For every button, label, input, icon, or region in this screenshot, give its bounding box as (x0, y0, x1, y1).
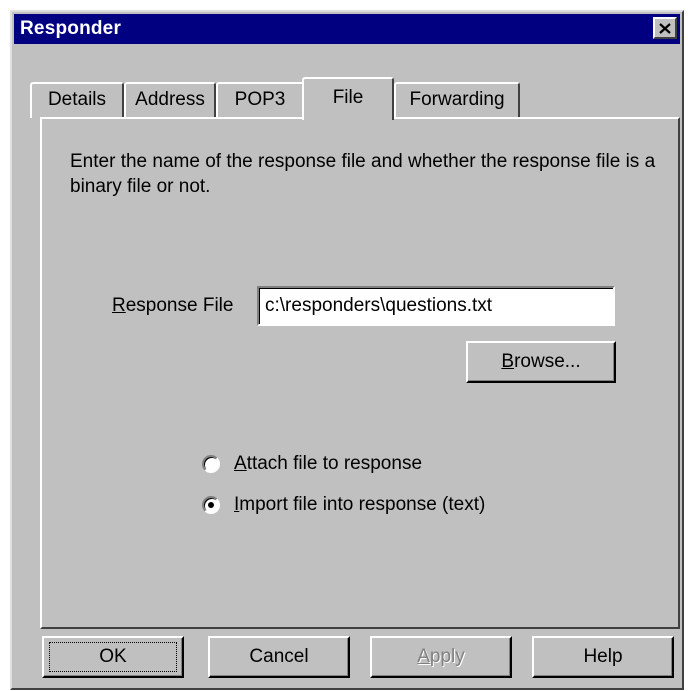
close-button[interactable] (653, 17, 677, 39)
tab-pop3-label: POP3 (234, 89, 286, 110)
tab-forwarding[interactable]: Forwarding (394, 82, 520, 118)
tab-file[interactable]: File (302, 77, 394, 120)
attach-file-label: Attach file to response (234, 453, 423, 474)
tab-details-label: Details (47, 89, 107, 110)
cancel-button[interactable]: Cancel (208, 636, 350, 678)
file-tab-panel: Enter the name of the response file and … (40, 117, 680, 629)
apply-button[interactable]: Apply (370, 636, 512, 678)
help-button[interactable]: Help (532, 636, 674, 678)
browse-button[interactable]: Browse... (466, 341, 616, 383)
tab-address[interactable]: Address (124, 82, 216, 118)
cancel-label: Cancel (249, 646, 309, 667)
response-file-label: Response File (112, 295, 234, 316)
attach-file-radio[interactable] (202, 455, 220, 473)
window-title: Responder (20, 18, 122, 39)
attach-file-option[interactable]: Attach file to response (202, 453, 422, 475)
import-file-option[interactable]: Import file into response (text) (202, 494, 485, 516)
radio-selected-dot (208, 502, 214, 508)
ok-button[interactable]: OK (42, 636, 184, 678)
tab-file-label: File (332, 87, 364, 108)
tab-forwarding-label: Forwarding (409, 89, 505, 110)
tab-address-label: Address (135, 89, 205, 110)
import-file-radio[interactable] (202, 496, 220, 514)
title-bar[interactable]: Responder (14, 14, 680, 44)
tab-details[interactable]: Details (30, 82, 124, 118)
tab-pop3[interactable]: POP3 (216, 82, 304, 118)
help-label: Help (583, 646, 623, 667)
import-file-label: Import file into response (text) (234, 494, 486, 515)
close-icon (659, 22, 671, 34)
focus-rectangle (49, 642, 177, 672)
response-file-input[interactable] (257, 286, 615, 326)
description-text: Enter the name of the response file and … (70, 151, 656, 197)
responder-dialog: Responder Details Address POP3 File Forw… (10, 10, 684, 690)
